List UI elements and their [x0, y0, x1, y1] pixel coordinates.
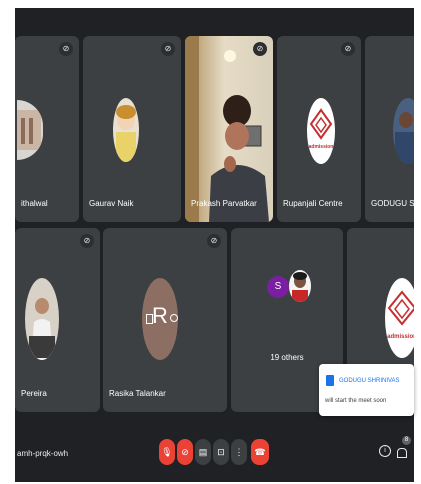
participant-tile[interactable]: ⊘ R Rasika Talankar	[103, 228, 227, 412]
mic-off-icon: ⊘	[59, 42, 73, 56]
participant-avatar: admission	[307, 98, 335, 164]
info-icon: i	[384, 447, 386, 454]
present-icon: ⊡	[217, 447, 225, 457]
participant-avatar	[17, 100, 43, 160]
participant-name: Pereira	[21, 389, 47, 398]
avatar-initial: S	[267, 276, 289, 298]
participant-avatar	[393, 98, 414, 164]
mic-toggle-button[interactable]: 🎙︎	[159, 439, 175, 465]
participant-avatar	[289, 270, 311, 302]
participant-tile[interactable]: ⊘ admission Rupanjali Centre	[277, 36, 361, 222]
present-button[interactable]: ⊡	[213, 439, 229, 465]
mic-off-icon: ⊘	[80, 234, 94, 248]
logo-text: admission	[308, 144, 334, 150]
participant-avatar: admission	[385, 278, 414, 358]
camera-toggle-button[interactable]: ⊘	[177, 439, 193, 465]
mic-off-icon: ⊘	[341, 42, 355, 56]
participant-tile[interactable]: ⊘ Pereira	[15, 228, 100, 412]
join-notification[interactable]: GODUGU SHRINIVAS will start the meet soo…	[319, 364, 414, 416]
document-icon	[326, 375, 334, 386]
meeting-code: amh-prqk-owh	[17, 449, 69, 458]
more-vert-icon: ⋮	[234, 447, 244, 457]
participant-name: Rasika Talankar	[109, 389, 166, 398]
participant-tile[interactable]: GODUGU SHRINIVAS	[365, 36, 414, 222]
people-icon	[397, 448, 407, 458]
participant-name: Gaurav Naik	[89, 199, 134, 208]
camera-feed	[185, 36, 269, 222]
participant-camera-tile[interactable]: ⊘ Prakash Parvatkar	[185, 36, 273, 222]
participant-avatar	[113, 98, 139, 162]
avatar-letter: S	[274, 281, 282, 292]
captions-button[interactable]: ▤	[195, 439, 211, 465]
mic-off-icon: ⊘	[161, 42, 175, 56]
others-count: 19 others	[270, 353, 304, 362]
more-icon	[170, 314, 178, 322]
top-bar	[15, 8, 414, 32]
notification-message: will start the meet soon	[325, 398, 387, 404]
participant-name: GODUGU SHRINIVAS	[371, 199, 414, 208]
people-button[interactable]: 8	[395, 436, 411, 458]
participant-name: ithalwal	[21, 199, 48, 208]
phone-hangup-icon: ☎	[254, 447, 266, 457]
participant-avatar	[25, 278, 59, 360]
pin-icon	[146, 314, 153, 324]
more-options-button[interactable]: ⋮	[231, 439, 247, 465]
logo-text: admission	[387, 334, 414, 340]
camera-off-icon: ⊘	[181, 447, 189, 457]
participant-name: Rupanjali Centre	[283, 199, 343, 208]
participant-tile[interactable]: ⊘ Gaurav Naik	[83, 36, 181, 222]
participant-tile[interactable]: ⊘ ithalwal	[15, 36, 79, 222]
mic-off-icon: ⊘	[207, 234, 221, 248]
participant-count-badge: 8	[402, 436, 411, 445]
participant-name: Prakash Parvatkar	[191, 199, 257, 208]
end-call-button[interactable]: ☎	[251, 439, 269, 465]
mic-off-icon: 🎙︎	[161, 447, 173, 457]
mic-off-icon: ⊘	[253, 42, 267, 56]
info-button[interactable]: i	[379, 445, 391, 457]
captions-icon: ▤	[198, 447, 208, 457]
notification-title: GODUGU SHRINIVAS	[339, 378, 400, 384]
avatar-initial: R	[142, 278, 178, 360]
